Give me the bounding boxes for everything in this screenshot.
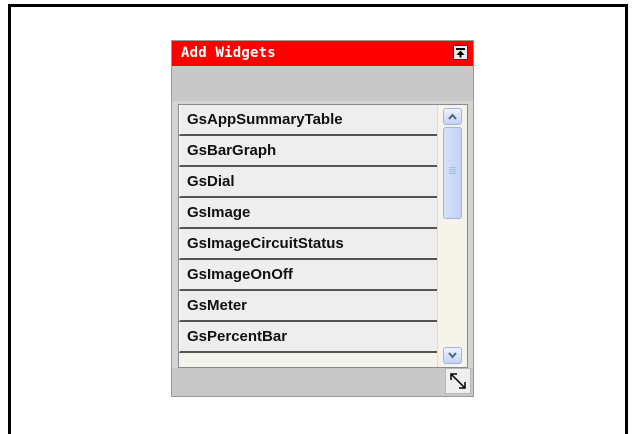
panel-title-bar[interactable]: Add Widgets bbox=[172, 41, 473, 66]
list-item[interactable]: GsImage bbox=[179, 198, 438, 229]
add-widgets-panel: Add Widgets GsAppSummaryTable GsBarGraph… bbox=[171, 40, 474, 397]
list-item[interactable]: GsMeter bbox=[179, 291, 438, 322]
vertical-scrollbar[interactable] bbox=[437, 105, 467, 367]
grip-icon bbox=[449, 167, 456, 168]
resize-handle[interactable] bbox=[445, 368, 471, 394]
collapse-button[interactable] bbox=[453, 45, 468, 60]
panel-toolbar-area bbox=[172, 66, 473, 101]
widget-list-items: GsAppSummaryTable GsBarGraph GsDial GsIm… bbox=[179, 105, 438, 353]
list-item[interactable]: GsAppSummaryTable bbox=[179, 105, 438, 136]
scroll-thumb[interactable] bbox=[443, 127, 462, 219]
collapse-up-icon bbox=[456, 48, 465, 58]
list-item[interactable]: GsBarGraph bbox=[179, 136, 438, 167]
list-item[interactable]: GsImageOnOff bbox=[179, 260, 438, 291]
chevron-up-icon bbox=[448, 113, 457, 120]
resize-diagonal-icon bbox=[450, 373, 466, 389]
chevron-down-icon bbox=[448, 352, 457, 359]
widget-list[interactable]: GsAppSummaryTable GsBarGraph GsDial GsIm… bbox=[178, 104, 468, 368]
scroll-up-button[interactable] bbox=[443, 108, 462, 125]
scroll-down-button[interactable] bbox=[443, 347, 462, 364]
panel-footer bbox=[172, 368, 473, 396]
panel-title: Add Widgets bbox=[181, 45, 276, 61]
list-item[interactable]: GsImageCircuitStatus bbox=[179, 229, 438, 260]
list-item[interactable]: GsDial bbox=[179, 167, 438, 198]
list-item[interactable]: GsPercentBar bbox=[179, 322, 438, 353]
